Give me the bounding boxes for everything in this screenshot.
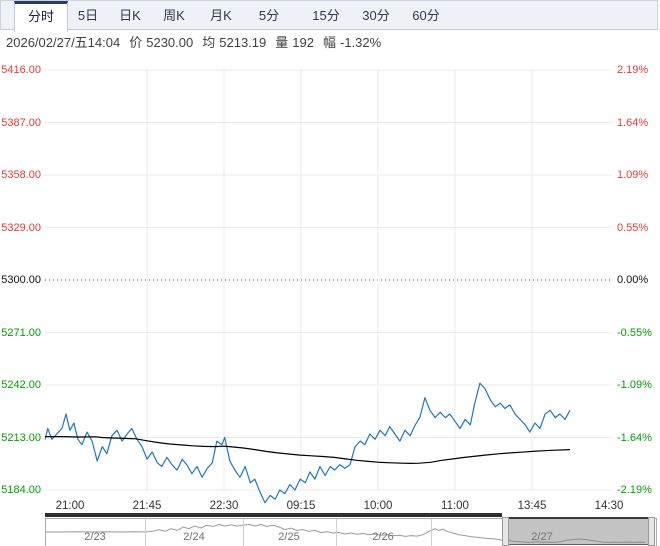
navigator-date-label[interactable]: 2/23 — [65, 531, 125, 543]
time-axis-label: 09:15 — [286, 500, 316, 512]
navigator-date-label[interactable]: 2/26 — [353, 531, 413, 543]
navigator-divider — [336, 519, 337, 546]
price-axis-label: 5329.00 — [1, 221, 41, 234]
percent-axis-label: 2.19% — [617, 64, 649, 76]
navigator-divider — [243, 519, 244, 546]
time-axis-label: 14:30 — [594, 500, 624, 512]
percent-axis-label: -0.55% — [617, 326, 652, 339]
percent-axis-label: 1.64% — [617, 116, 649, 129]
navigator-date-label[interactable]: 2/24 — [164, 531, 224, 543]
percent-axis-label: 1.09% — [617, 169, 649, 181]
navigator-selection[interactable] — [502, 517, 655, 546]
navigator-right-handle[interactable] — [648, 517, 655, 546]
timeshare-chart-window: 分时 5日 日K 周K 月K 5分 15分 30分 60分 2026/02/27/五14:04 价… — [0, 0, 660, 546]
time-axis-label: 11:00 — [441, 500, 469, 512]
navigator-date-label[interactable]: 2/25 — [259, 531, 319, 543]
price-chart — [44, 69, 612, 504]
navigator-left-handle[interactable] — [502, 517, 509, 546]
percent-axis-label: 0.55% — [617, 221, 649, 234]
percent-axis-label: -2.19% — [617, 484, 652, 496]
price-axis-label: 5358.00 — [1, 169, 41, 181]
price-line — [44, 382, 571, 504]
price-axis-label: 5184.00 — [1, 484, 41, 496]
price-axis-label: 5416.00 — [1, 64, 41, 76]
price-axis-label: 5242.00 — [1, 379, 41, 391]
average-line — [45, 436, 571, 464]
navigator-divider — [431, 519, 432, 546]
price-axis-label: 5300.00 — [1, 274, 41, 286]
time-axis-label: 13:45 — [517, 500, 547, 512]
price-axis-label: 5387.00 — [1, 116, 41, 129]
percent-axis-label: 0.00% — [617, 274, 649, 286]
time-axis-label: 21:00 — [55, 500, 85, 512]
percent-axis-label: -1.64% — [617, 431, 652, 444]
percent-axis-label: -1.09% — [617, 379, 652, 391]
navigator-divider — [145, 519, 146, 546]
time-axis-label: 22:30 — [209, 500, 239, 512]
price-axis-label: 5213.00 — [1, 431, 41, 444]
price-axis-label: 5271.00 — [1, 326, 41, 339]
loaded-range-bar — [45, 513, 502, 517]
time-axis-label: 21:45 — [132, 500, 162, 512]
time-axis-label: 10:00 — [363, 500, 393, 512]
date-navigator[interactable]: 2/23 2/24 2/25 2/26 2/27 — [45, 517, 657, 546]
